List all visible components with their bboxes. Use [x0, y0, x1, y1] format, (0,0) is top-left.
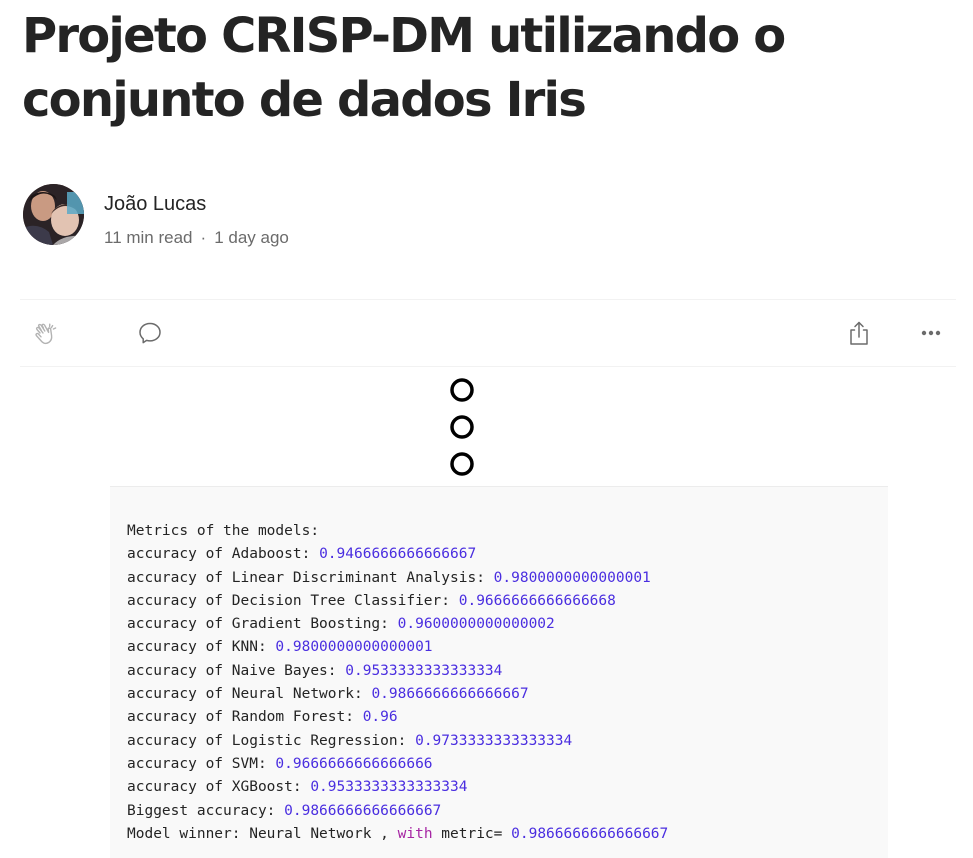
code-line: Model winner: Neural Network , with metr…: [127, 823, 668, 846]
code-output: Metrics of the models: accuracy of Adaboo…: [127, 520, 668, 846]
share-button[interactable]: [843, 317, 875, 349]
code-keyword: with: [397, 825, 433, 842]
share-icon: [850, 321, 868, 345]
article-title: Projeto CRISP-DM utilizando o conjunto d…: [22, 8, 786, 128]
code-text: metric=: [432, 825, 512, 842]
code-text: Biggest accuracy:: [127, 802, 285, 819]
code-line: accuracy of Linear Discriminant Analysis…: [127, 567, 668, 590]
author-name[interactable]: João Lucas: [104, 192, 206, 216]
comment-icon: [139, 322, 161, 344]
code-text: accuracy of KNN:: [127, 639, 276, 656]
comment-button[interactable]: [134, 317, 166, 349]
code-text: accuracy of Decision Tree Classifier:: [127, 592, 459, 609]
code-text: Metrics of the models:: [127, 523, 320, 539]
code-number: 0.9666666666666668: [458, 592, 616, 609]
more-icon: [921, 330, 941, 336]
code-line: accuracy of Neural Network: 0.9866666666…: [127, 683, 668, 706]
code-number: 0.9600000000000002: [397, 616, 555, 633]
code-text: accuracy of XGBoost:: [127, 779, 311, 796]
code-text: accuracy of Adaboost:: [127, 546, 320, 563]
read-time: 11 min read: [104, 228, 193, 247]
avatar-photo: [23, 184, 84, 245]
author-avatar[interactable]: [23, 184, 84, 245]
code-line: accuracy of SVM: 0.9666666666666666: [127, 753, 668, 776]
article-meta: 11 min read · 1 day ago: [104, 227, 289, 249]
section-separator-dots: [450, 378, 474, 476]
code-line: accuracy of Naive Bayes: 0.9533333333333…: [127, 660, 668, 683]
code-text: accuracy of SVM:: [127, 755, 276, 772]
code-text: accuracy of Neural Network:: [127, 686, 372, 703]
clap-button[interactable]: [30, 317, 62, 349]
publish-date: 1 day ago: [214, 228, 289, 247]
meta-separator: ·: [200, 228, 207, 247]
article-action-bar: [20, 299, 956, 367]
code-text: accuracy of Logistic Regression:: [127, 732, 416, 749]
code-line: accuracy of KNN: 0.9800000000000001: [127, 636, 668, 659]
code-line: accuracy of XGBoost: 0.9533333333333334: [127, 776, 668, 799]
code-number: 0.9800000000000001: [275, 639, 433, 656]
code-number: 0.9666666666666666: [275, 755, 433, 772]
code-text: accuracy of Gradient Boosting:: [127, 616, 398, 633]
code-line: accuracy of Random Forest: 0.96: [127, 706, 668, 729]
code-text: Model winner: Neural Network ,: [127, 825, 398, 842]
code-line: Biggest accuracy: 0.9866666666666667: [127, 800, 668, 823]
code-number: 0.9866666666666667: [284, 802, 442, 819]
code-line: accuracy of Decision Tree Classifier: 0.…: [127, 590, 668, 613]
more-options-button[interactable]: [915, 317, 947, 349]
code-text: accuracy of Random Forest:: [127, 709, 363, 726]
code-number: 0.96: [362, 709, 398, 726]
code-number: 0.9800000000000001: [493, 569, 651, 586]
code-number: 0.9866666666666667: [371, 686, 529, 703]
code-line: Metrics of the models:: [127, 520, 668, 543]
code-text: accuracy of Naive Bayes:: [127, 662, 346, 679]
clap-icon: [35, 323, 57, 345]
code-text: accuracy of Linear Discriminant Analysis…: [127, 569, 494, 586]
code-line: accuracy of Gradient Boosting: 0.9600000…: [127, 613, 668, 636]
code-line: accuracy of Logistic Regression: 0.97333…: [127, 730, 668, 753]
code-number: 0.9533333333333334: [310, 779, 468, 796]
code-number: 0.9733333333333334: [415, 732, 573, 749]
code-number: 0.9866666666666667: [511, 825, 669, 842]
code-number: 0.9533333333333334: [345, 662, 503, 679]
code-output-block: Metrics of the models: accuracy of Adaboo…: [110, 486, 888, 858]
code-number: 0.9466666666666667: [319, 546, 477, 563]
code-line: accuracy of Adaboost: 0.9466666666666667: [127, 543, 668, 566]
